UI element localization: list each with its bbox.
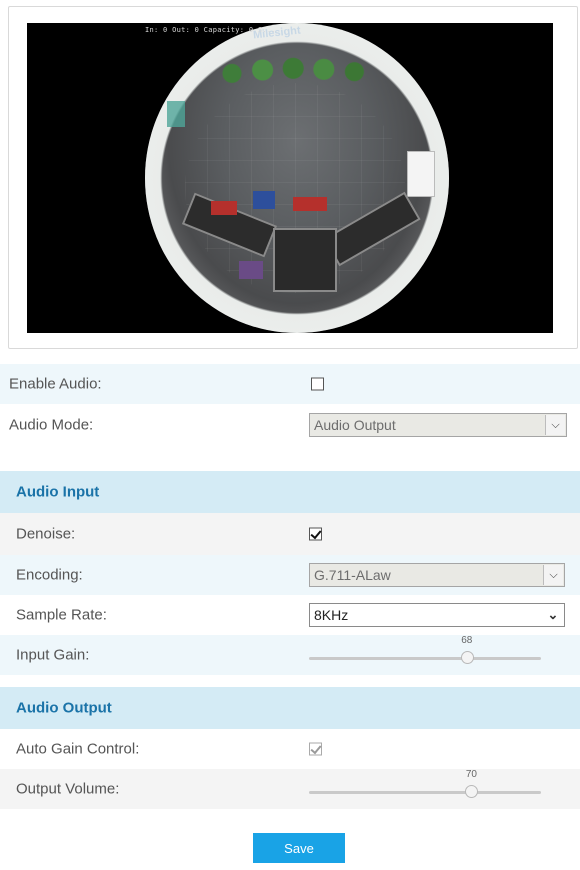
- window: [167, 101, 185, 127]
- output-volume-value: 70: [465, 769, 477, 780]
- potted-plants: [215, 53, 385, 87]
- osd-counter-text: In: 0 Out: 0 Capacity: 0 S...: [145, 26, 276, 34]
- audio-mode-value: Audio Output: [314, 417, 396, 433]
- input-gain-label: Input Gain:: [16, 646, 90, 664]
- fisheye-video-feed[interactable]: Milesight In: 0 Out: 0 Capacity: 0 S...: [27, 23, 553, 333]
- red-sign-right: [293, 197, 327, 211]
- door: [407, 151, 435, 197]
- sample-rate-value: 8KHz: [314, 607, 349, 623]
- audio-input-section-header: Audio Input: [0, 471, 580, 513]
- audio-mode-row: Audio Mode: Audio Output ⌵: [0, 404, 580, 446]
- audio-output-title: Audio Output: [16, 699, 112, 717]
- enable-audio-checkbox[interactable]: [311, 377, 324, 391]
- enable-audio-label: Enable Audio:: [9, 375, 102, 393]
- denoise-row: Denoise:: [0, 513, 580, 555]
- denoise-checkbox[interactable]: [309, 527, 322, 541]
- slider-track: [309, 791, 541, 794]
- encoding-label: Encoding:: [16, 566, 83, 584]
- red-sign-left: [211, 201, 237, 215]
- fisheye-image: Milesight: [145, 23, 449, 333]
- output-volume-label: Output Volume:: [16, 780, 120, 798]
- output-volume-row: Output Volume: 70: [0, 769, 580, 809]
- slider-thumb[interactable]: [460, 651, 474, 664]
- agc-label: Auto Gain Control:: [16, 740, 140, 758]
- slider-thumb[interactable]: [465, 785, 479, 798]
- audio-input-title: Audio Input: [16, 483, 100, 501]
- audio-output-section-header: Audio Output: [0, 687, 580, 729]
- sample-rate-select[interactable]: 8KHz ⌄: [309, 603, 565, 627]
- encoding-select[interactable]: G.711-ALaw ⌵: [309, 563, 565, 587]
- agc-row: Auto Gain Control:: [0, 729, 580, 769]
- input-gain-slider[interactable]: 68: [309, 635, 541, 667]
- denoise-label: Denoise:: [16, 525, 76, 543]
- chevron-down-icon: ⌵: [543, 565, 563, 585]
- agc-checkbox[interactable]: [309, 742, 322, 756]
- bench-middle: [273, 228, 337, 292]
- slider-track: [309, 657, 541, 660]
- floor-mat: [239, 261, 263, 279]
- encoding-value: G.711-ALaw: [314, 567, 391, 583]
- audio-mode-label: Audio Mode:: [9, 416, 94, 434]
- output-volume-slider[interactable]: 70: [309, 769, 541, 801]
- encoding-row: Encoding: G.711-ALaw ⌵: [0, 555, 580, 595]
- chevron-down-icon: ⌄: [543, 605, 563, 625]
- enable-audio-row: Enable Audio:: [0, 364, 580, 404]
- chevron-down-icon: ⌵: [545, 415, 565, 435]
- blue-box: [253, 191, 275, 209]
- save-button[interactable]: Save: [253, 833, 345, 863]
- sample-rate-row: Sample Rate: 8KHz ⌄: [0, 595, 580, 635]
- input-gain-value: 68: [461, 635, 473, 646]
- audio-mode-select[interactable]: Audio Output ⌵: [309, 413, 567, 437]
- video-preview-panel: Milesight In: 0 Out: 0 Capacity: 0 S...: [8, 6, 578, 349]
- input-gain-row: Input Gain: 68: [0, 635, 580, 675]
- sample-rate-label: Sample Rate:: [16, 606, 107, 624]
